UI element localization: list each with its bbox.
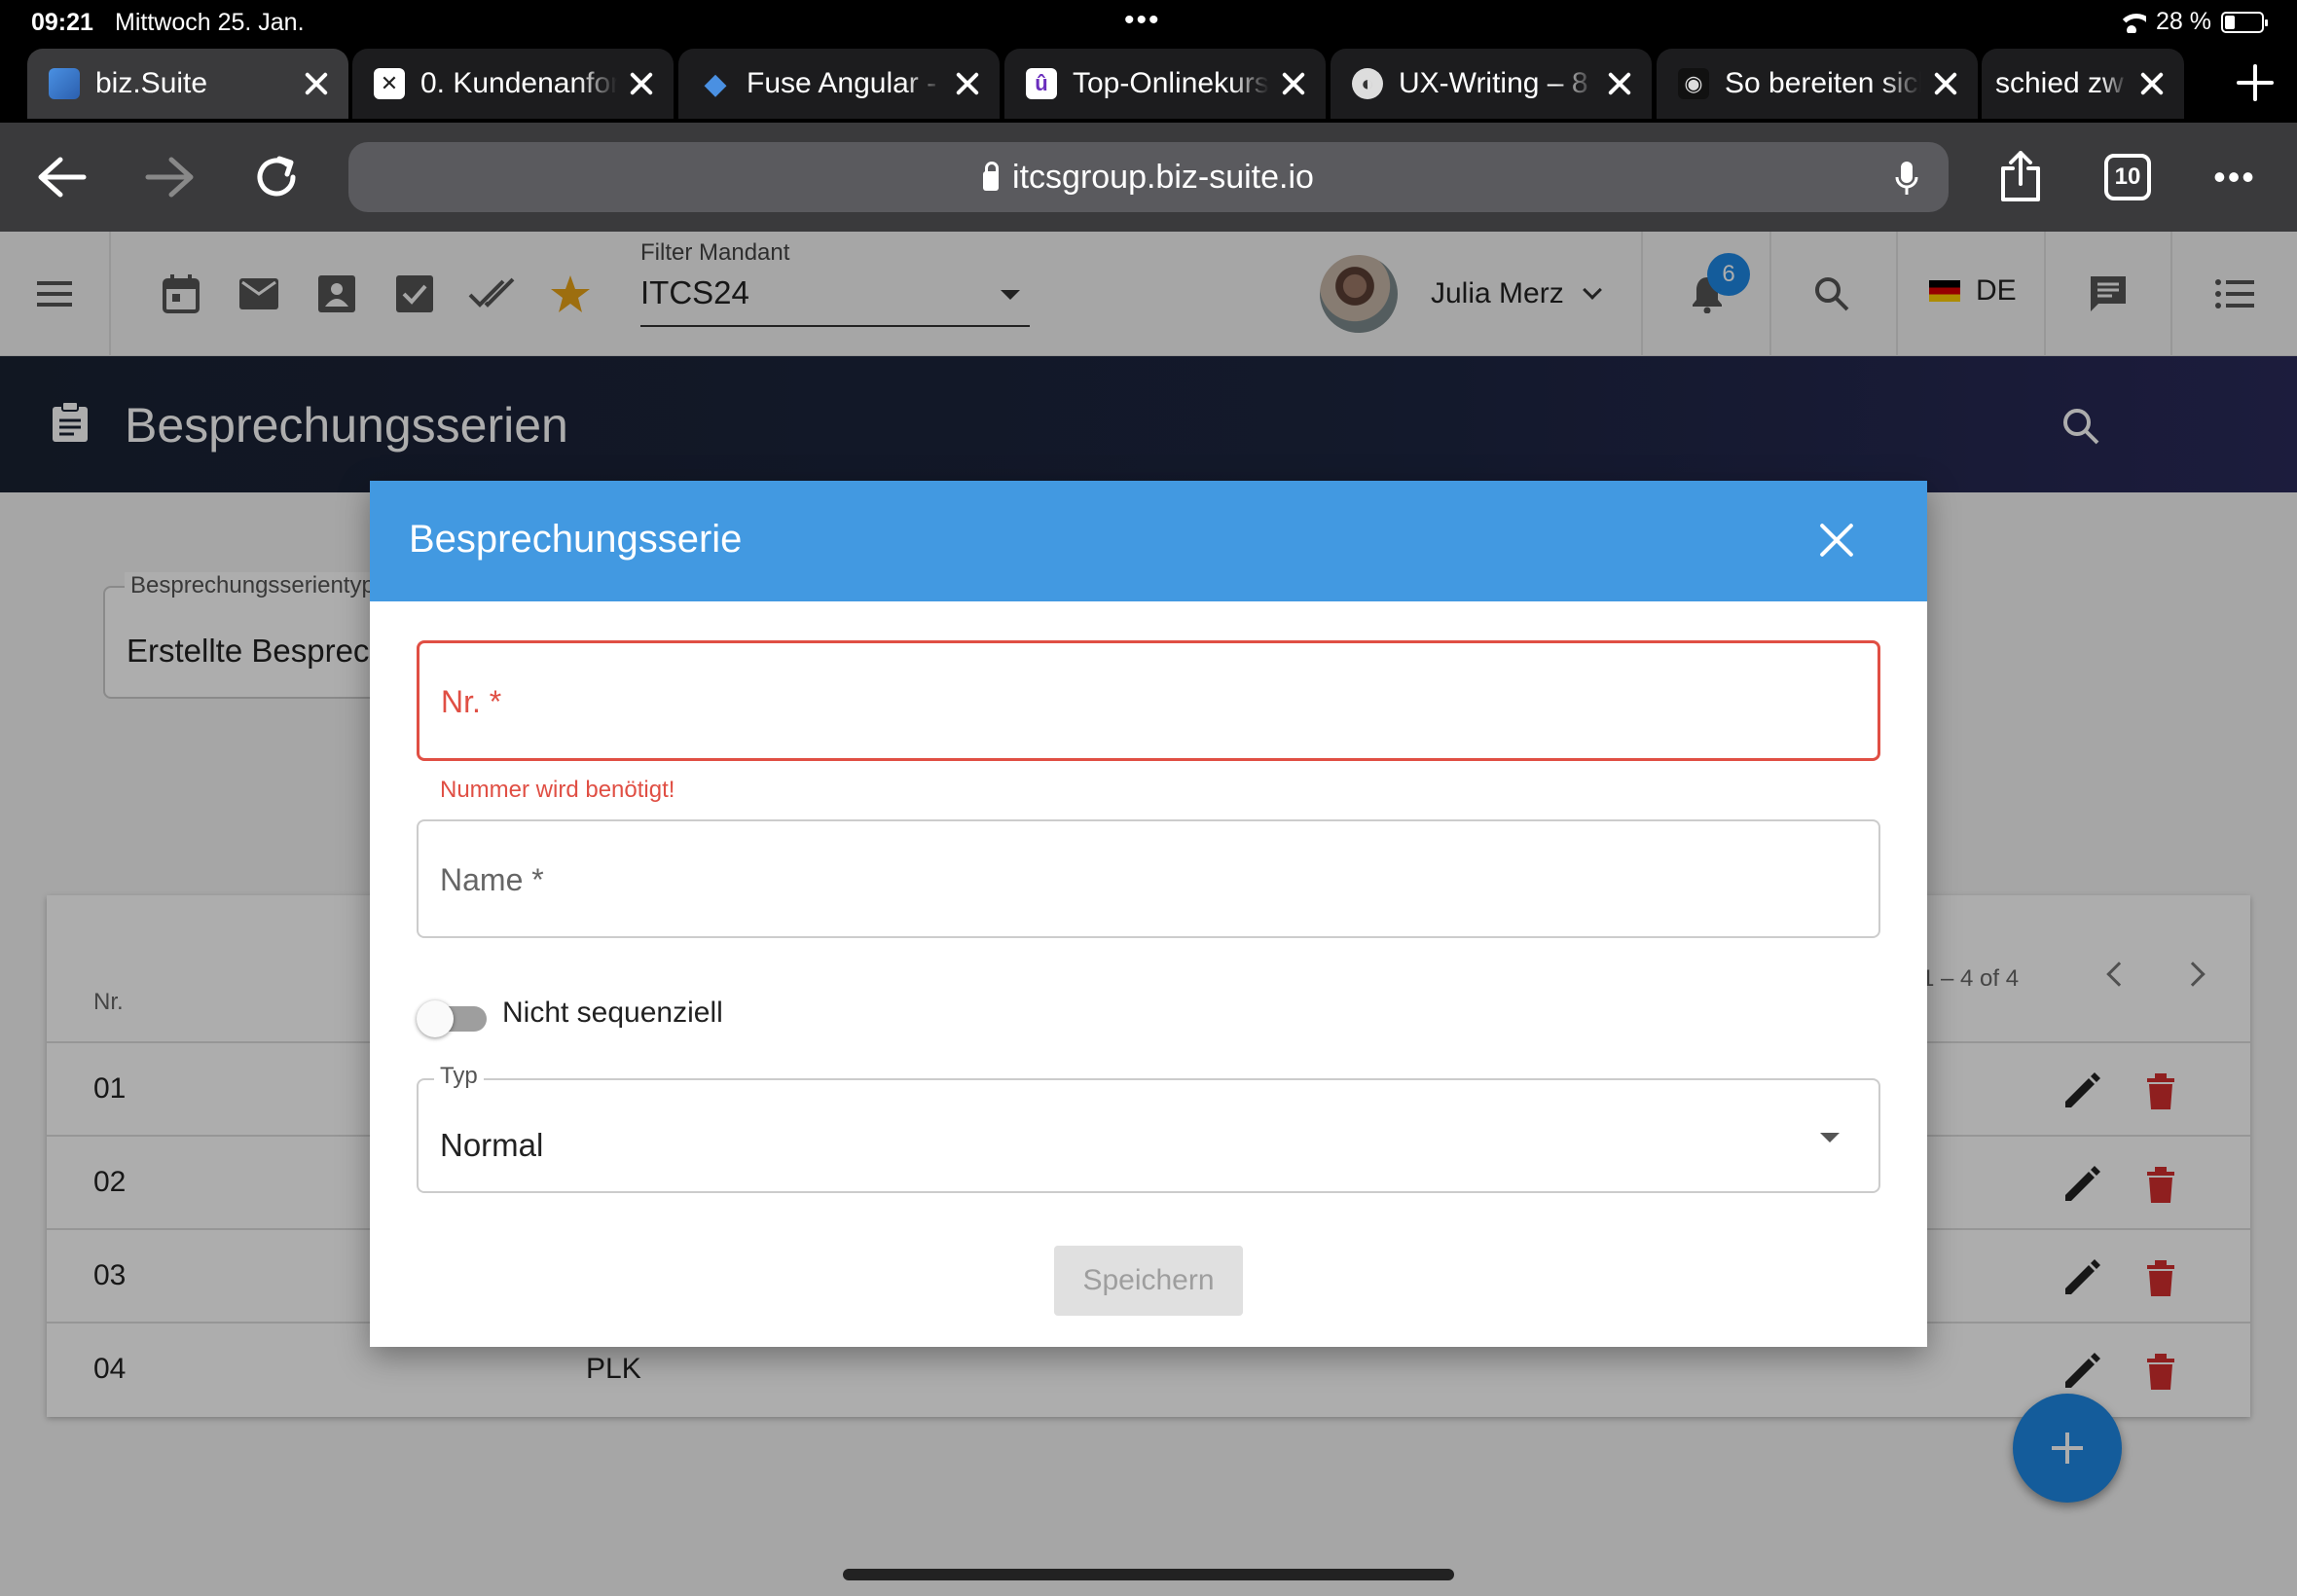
biz-suite-favicon-icon <box>49 68 80 99</box>
dialog-header: Besprechungsserie <box>370 481 1927 601</box>
browser-tab-kundenanforderungen[interactable]: ✕ 0. Kundenanforderungen <box>352 49 674 119</box>
battery-percent: 28 % <box>2156 8 2211 35</box>
nr-input[interactable]: Nr. * <box>417 640 1880 761</box>
browser-tab-so-bereiten[interactable]: ◉ So bereiten sich <box>1657 49 1978 119</box>
tab-count: 10 <box>2104 154 2151 200</box>
tab-title: Top-Onlinekurse <box>1073 67 1269 99</box>
forward-arrow-icon[interactable] <box>138 146 201 208</box>
dropdown-arrow-icon <box>1820 1133 1840 1143</box>
status-time: 09:21 <box>31 9 93 36</box>
typ-select[interactable]: Typ Normal <box>417 1063 1880 1193</box>
battery-icon <box>2221 11 2268 33</box>
status-bar: 09:21 Mittwoch 25. Jan. ••• 28 % <box>0 0 2297 45</box>
typ-value: Normal <box>440 1127 544 1163</box>
new-tab-plus-icon[interactable] <box>2233 60 2278 105</box>
x-favicon-icon: ✕ <box>374 68 405 99</box>
name-placeholder: Name * <box>440 862 544 897</box>
close-tab-icon[interactable] <box>627 69 656 98</box>
toggle-label: Nicht sequenziell <box>502 997 723 1029</box>
close-icon[interactable] <box>1816 520 1857 561</box>
close-tab-icon[interactable] <box>302 69 331 98</box>
sequential-toggle[interactable] <box>417 997 487 1037</box>
eye-favicon-icon: ◉ <box>1678 68 1709 99</box>
close-tab-icon[interactable] <box>1605 69 1634 98</box>
save-button[interactable]: Speichern <box>1054 1246 1243 1316</box>
tab-title: Fuse Angular - <box>747 67 937 99</box>
browser-tab-strip: biz.Suite ✕ 0. Kundenanforderungen ◆ Fus… <box>0 45 2297 123</box>
multitasking-dots-icon[interactable]: ••• <box>1124 4 1161 37</box>
share-icon[interactable] <box>1989 146 2052 208</box>
close-tab-icon[interactable] <box>2137 69 2167 98</box>
address-bar[interactable]: itcsgroup.biz-suite.io <box>348 142 1949 212</box>
browser-tab-fuse-angular[interactable]: ◆ Fuse Angular - <box>678 49 1000 119</box>
nr-error-message: Nummer wird benötigt! <box>440 777 675 803</box>
nr-placeholder: Nr. * <box>441 684 502 719</box>
reload-icon[interactable] <box>245 146 308 208</box>
udemy-favicon-icon: û <box>1026 68 1057 99</box>
microphone-icon[interactable] <box>1894 160 1919 207</box>
wifi-icon <box>2117 12 2147 33</box>
tab-title: 0. Kundenanforderungen <box>420 67 617 99</box>
typ-label: Typ <box>434 1063 484 1090</box>
tab-title: So bereiten sich <box>1725 67 1921 99</box>
close-tab-icon[interactable] <box>953 69 982 98</box>
meeting-series-dialog: Besprechungsserie Nr. * Nummer wird benö… <box>370 481 1927 1347</box>
tab-title: biz.Suite <box>95 67 208 99</box>
close-tab-icon[interactable] <box>1279 69 1308 98</box>
tab-title: schied zw <box>1995 67 2124 99</box>
close-tab-icon[interactable] <box>1931 69 1960 98</box>
home-indicator[interactable] <box>843 1569 1454 1580</box>
browser-tab-ux-writing[interactable]: ◐ UX-Writing – 8 <box>1331 49 1652 119</box>
browser-toolbar: itcsgroup.biz-suite.io 10 ••• <box>0 123 2297 232</box>
name-input[interactable]: Name * <box>417 819 1880 938</box>
url-text: itcsgroup.biz-suite.io <box>1012 158 1314 196</box>
tab-title: UX-Writing – 8 <box>1399 67 1588 99</box>
browser-tab-top-onlinekurse[interactable]: û Top-Onlinekurse <box>1004 49 1326 119</box>
browser-tab-biz-suite[interactable]: biz.Suite <box>27 49 348 119</box>
browser-tab-overflow[interactable]: schied zw <box>1982 49 2184 119</box>
tab-overview-button[interactable]: 10 <box>2096 146 2159 208</box>
dialog-title: Besprechungsserie <box>409 518 743 561</box>
diamond-favicon-icon: ◆ <box>704 67 727 100</box>
back-arrow-icon[interactable] <box>31 146 93 208</box>
status-date: Mittwoch 25. Jan. <box>115 9 305 36</box>
globe-favicon-icon: ◐ <box>1352 68 1383 99</box>
more-options-icon[interactable]: ••• <box>2204 146 2266 208</box>
lock-icon <box>983 162 1000 191</box>
